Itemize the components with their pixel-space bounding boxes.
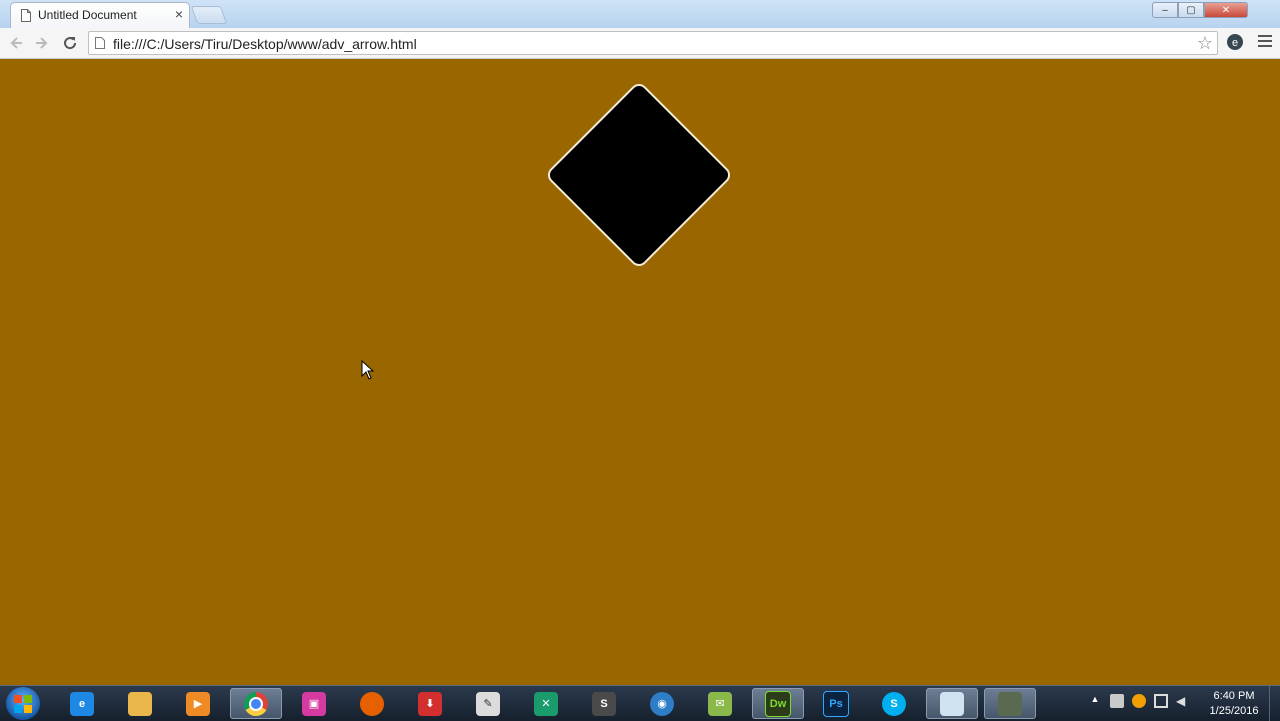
system-tray: ▲ ◀ bbox=[1088, 694, 1190, 708]
tab-untitled-document[interactable]: Untitled Document × bbox=[10, 2, 190, 28]
taskbar-app-chrome[interactable] bbox=[230, 688, 282, 719]
maximize-button[interactable]: ▢ bbox=[1178, 2, 1204, 18]
svg-text:e: e bbox=[1232, 37, 1238, 49]
skype-icon: S bbox=[882, 691, 906, 716]
window-controls: ‒ ▢ ✕ bbox=[1152, 2, 1248, 18]
taskbar-app-app-green-x[interactable]: ✕ bbox=[520, 688, 572, 719]
volume-icon[interactable]: ◀ bbox=[1176, 694, 1190, 708]
rotated-square-shape bbox=[544, 80, 734, 270]
clock[interactable]: 6:40 PM 1/25/2016 bbox=[1204, 689, 1264, 719]
app-pink-icon: ▣ bbox=[302, 691, 326, 716]
mouse-cursor-icon bbox=[361, 360, 375, 380]
address-bar[interactable]: file:///C:/Users/Tiru/Desktop/www/adv_ar… bbox=[88, 31, 1218, 55]
taskbar-app-internet-explorer[interactable]: e bbox=[56, 688, 108, 719]
back-button[interactable] bbox=[5, 32, 27, 54]
taskbar-app-firefox[interactable] bbox=[346, 688, 398, 719]
bookmark-star-icon[interactable]: ☆ bbox=[1197, 33, 1213, 54]
firefox-icon bbox=[360, 691, 384, 716]
tab-title: Untitled Document bbox=[38, 8, 137, 22]
extension-icon[interactable]: e bbox=[1226, 33, 1244, 51]
internet-explorer-icon: e bbox=[70, 691, 94, 716]
taskbar-app-app-red[interactable]: ⬇ bbox=[404, 688, 456, 719]
taskbar-app-globe-app[interactable]: ◉ bbox=[636, 688, 688, 719]
app-note-icon bbox=[940, 691, 964, 716]
update-icon[interactable] bbox=[1132, 694, 1146, 708]
forward-button[interactable] bbox=[31, 32, 53, 54]
forward-arrow-icon bbox=[36, 37, 48, 49]
taskbar-app-media-player[interactable]: ▶ bbox=[172, 688, 224, 719]
back-arrow-icon bbox=[10, 37, 22, 49]
photoshop-icon: Ps bbox=[823, 690, 849, 717]
taskbar-app-sublime-text[interactable]: S bbox=[578, 688, 630, 719]
menu-icon[interactable] bbox=[1258, 35, 1272, 49]
show-hidden-icons-icon[interactable]: ▲ bbox=[1088, 694, 1102, 708]
document-icon bbox=[21, 9, 31, 22]
close-window-button[interactable]: ✕ bbox=[1204, 2, 1248, 18]
flag-icon[interactable] bbox=[1110, 694, 1124, 708]
dreamweaver-icon: Dw bbox=[765, 690, 791, 717]
clock-time: 6:40 PM bbox=[1213, 690, 1255, 702]
reload-button[interactable] bbox=[59, 32, 81, 54]
page-icon bbox=[95, 37, 105, 49]
app-mail-icon: ✉ bbox=[708, 691, 732, 716]
taskbar-app-app-note[interactable] bbox=[926, 688, 978, 719]
minimize-button[interactable]: ‒ bbox=[1152, 2, 1178, 18]
taskbar-app-notepad[interactable]: ✎ bbox=[462, 688, 514, 719]
taskbar-app-skype[interactable]: S bbox=[868, 688, 920, 719]
tab-strip: Untitled Document × ‒ ▢ ✕ bbox=[0, 0, 1280, 29]
sublime-text-icon: S bbox=[592, 691, 616, 716]
page-viewport bbox=[0, 59, 1280, 685]
media-player-icon: ▶ bbox=[186, 691, 210, 716]
app-red-icon: ⬇ bbox=[418, 691, 442, 716]
taskbar-app-app-pen[interactable] bbox=[984, 688, 1036, 719]
reload-icon bbox=[64, 37, 77, 50]
clock-date: 1/25/2016 bbox=[1209, 705, 1259, 717]
taskbar-app-file-explorer[interactable] bbox=[114, 688, 166, 719]
tab-close-icon[interactable]: × bbox=[175, 6, 183, 22]
app-pen-icon bbox=[998, 691, 1022, 716]
show-desktop-button[interactable] bbox=[1269, 686, 1280, 721]
url-text[interactable]: file:///C:/Users/Tiru/Desktop/www/adv_ar… bbox=[113, 36, 417, 52]
new-tab-button[interactable] bbox=[190, 6, 228, 24]
globe-app-icon: ◉ bbox=[650, 691, 674, 716]
notepad-icon: ✎ bbox=[476, 691, 500, 716]
taskbar-app-dreamweaver[interactable]: Dw bbox=[752, 688, 804, 719]
taskbar-app-app-pink[interactable]: ▣ bbox=[288, 688, 340, 719]
start-button[interactable] bbox=[6, 687, 40, 720]
windows-logo-icon bbox=[14, 695, 32, 713]
taskbar: e ▶ ▣ ⬇ ✎ ✕ S ◉ ✉ Dw Ps S ▲ ◀ 6:40 PM 1/25/2016 bbox=[0, 685, 1280, 721]
taskbar-app-app-mail[interactable]: ✉ bbox=[694, 688, 746, 719]
browser-toolbar: file:///C:/Users/Tiru/Desktop/www/adv_ar… bbox=[0, 28, 1280, 59]
chrome-icon bbox=[244, 691, 268, 716]
file-explorer-icon bbox=[128, 691, 152, 716]
network-icon[interactable] bbox=[1154, 694, 1168, 708]
taskbar-app-photoshop[interactable]: Ps bbox=[810, 688, 862, 719]
app-green-x-icon: ✕ bbox=[534, 691, 558, 716]
